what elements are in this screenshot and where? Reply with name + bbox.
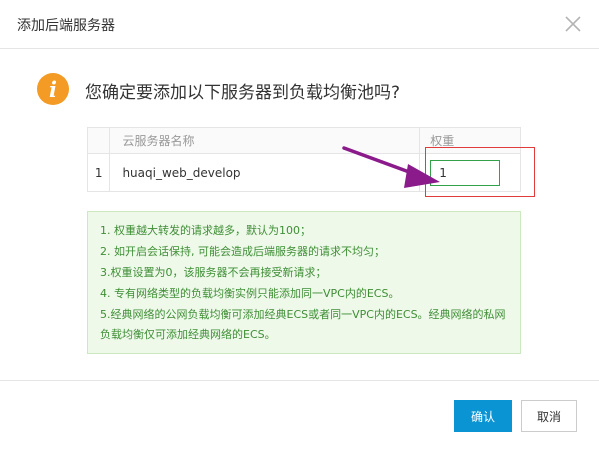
note-item: 5.经典网络的公网负载均衡可添加经典ECS或者同一VPC内的ECS。经典网络的私… — [100, 308, 506, 341]
info-icon: i — [37, 73, 69, 105]
server-table: 云服务器名称 权重 1 huaqi_web_develop — [86, 127, 521, 192]
note-item: 1. 权重越大转发的请求越多，默认为100； — [100, 224, 311, 237]
confirm-question: 您确定要添加以下服务器到负载均衡池吗? — [85, 83, 401, 103]
weight-cell — [419, 153, 521, 192]
table-header-row: 云服务器名称 权重 — [86, 127, 521, 154]
note-item: 2. 如开启会话保持, 可能会造成后端服务器的请求不均匀； — [100, 245, 385, 258]
row-index: 1 — [86, 153, 111, 192]
info-icon-glyph: i — [49, 76, 57, 102]
close-icon[interactable] — [562, 13, 584, 35]
cancel-button[interactable]: 取消 — [521, 400, 577, 432]
weight-input[interactable] — [430, 159, 501, 186]
dialog-title: 添加后端服务器 — [17, 18, 115, 34]
dialog-header: 添加后端服务器 — [0, 0, 599, 49]
table-row: 1 huaqi_web_develop — [86, 153, 521, 192]
column-header-index — [86, 127, 111, 154]
notes-box: 1. 权重越大转发的请求越多，默认为100； 2. 如开启会话保持, 可能会造成… — [87, 211, 521, 354]
note-item: 4. 专有网络类型的负载均衡实例只能添加同一VPC内的ECS。 — [100, 287, 400, 300]
add-backend-server-dialog: 添加后端服务器 i 您确定要添加以下服务器到负载均衡池吗? 云服务器名称 权重 … — [0, 0, 599, 452]
column-header-server-name: 云服务器名称 — [109, 127, 421, 154]
column-header-weight: 权重 — [419, 127, 521, 154]
note-item: 3.权重设置为0，该服务器不会再接受新请求； — [100, 266, 327, 279]
server-name-cell: huaqi_web_develop — [109, 153, 421, 192]
confirm-button[interactable]: 确认 — [454, 400, 512, 432]
